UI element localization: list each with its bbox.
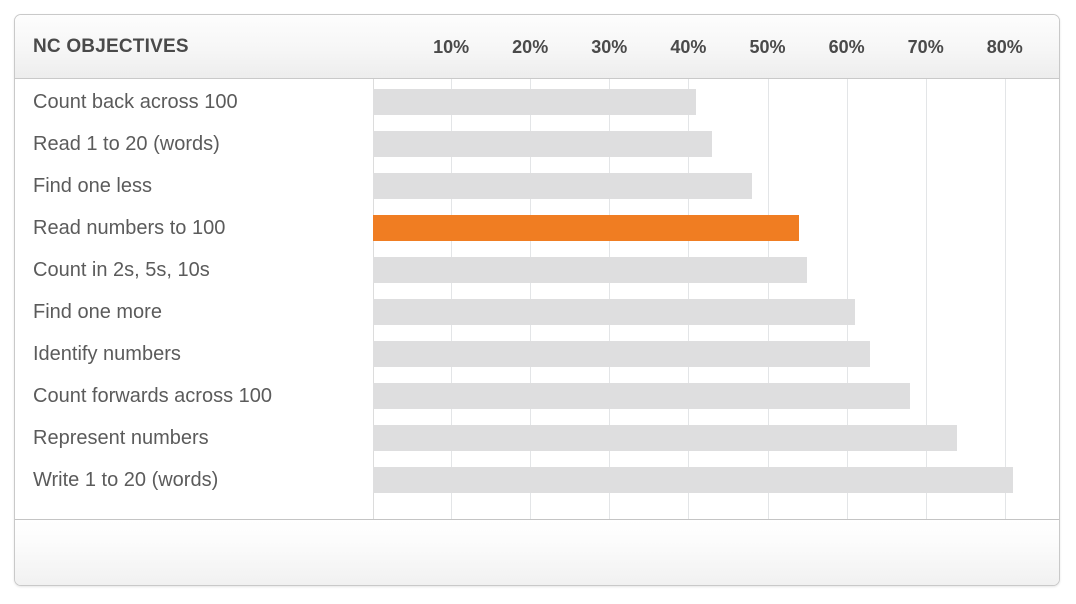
nc-objectives-panel: NC OBJECTIVES 10% 20% 30% 40% 50% 60% 70% 80% C…: [14, 14, 1060, 586]
row-bar[interactable]: [373, 89, 696, 115]
chart-row[interactable]: Represent numbers: [15, 417, 1059, 459]
row-bar[interactable]: [373, 131, 712, 157]
axis-tick-label-30: 30%: [591, 37, 628, 57]
row-label: Count back across 100: [33, 91, 238, 113]
chart-row[interactable]: Count forwards across 100: [15, 375, 1059, 417]
axis-tick-label-80: 80%: [986, 37, 1023, 57]
row-bar-highlighted[interactable]: [373, 215, 799, 241]
axis-tick-label-70: 70%: [907, 37, 944, 57]
axis-tick-label-50: 50%: [749, 37, 786, 57]
row-label: Read numbers to 100: [33, 217, 226, 239]
row-bar[interactable]: [373, 299, 855, 325]
row-bar[interactable]: [373, 341, 870, 367]
row-label: Find one less: [33, 175, 152, 197]
row-label: Count forwards across 100: [33, 385, 273, 407]
chart-row[interactable]: Write 1 to 20 (words): [15, 459, 1059, 501]
chart-row[interactable]: Read 1 to 20 (words): [15, 123, 1059, 165]
row-bar[interactable]: [373, 425, 957, 451]
chart-row[interactable]: Count back across 100: [15, 81, 1059, 123]
row-label: Read 1 to 20 (words): [33, 133, 220, 155]
axis-tick-label-20: 20%: [512, 37, 549, 57]
chart-rows: Count back across 100 Read 1 to 20 (words…: [15, 79, 1059, 519]
chart-row[interactable]: Find one less: [15, 165, 1059, 207]
axis-tick-labels: 10% 20% 30% 40% 50% 60% 70% 80%: [15, 15, 1059, 79]
panel-header: NC OBJECTIVES 10% 20% 30% 40% 50% 60% 70% 80%: [15, 15, 1059, 79]
row-label: Identify numbers: [33, 343, 181, 365]
row-label: Count in 2s, 5s, 10s: [33, 259, 210, 281]
panel-footer: [15, 519, 1059, 585]
row-label: Represent numbers: [33, 427, 209, 449]
row-bar[interactable]: [373, 383, 910, 409]
chart-plot-area: Count back across 100 Read 1 to 20 (words…: [15, 79, 1059, 519]
axis-tick-label-10: 10%: [433, 37, 470, 57]
axis-tick-label-40: 40%: [670, 37, 707, 57]
chart-row[interactable]: Count in 2s, 5s, 10s: [15, 249, 1059, 291]
row-bar[interactable]: [373, 173, 752, 199]
chart-row[interactable]: Identify numbers: [15, 333, 1059, 375]
chart-row[interactable]: Find one more: [15, 291, 1059, 333]
chart-row[interactable]: Read numbers to 100: [15, 207, 1059, 249]
row-bar[interactable]: [373, 467, 1013, 493]
axis-tick-label-60: 60%: [828, 37, 865, 57]
row-label: Write 1 to 20 (words): [33, 469, 219, 491]
row-label: Find one more: [33, 301, 162, 323]
row-bar[interactable]: [373, 257, 807, 283]
